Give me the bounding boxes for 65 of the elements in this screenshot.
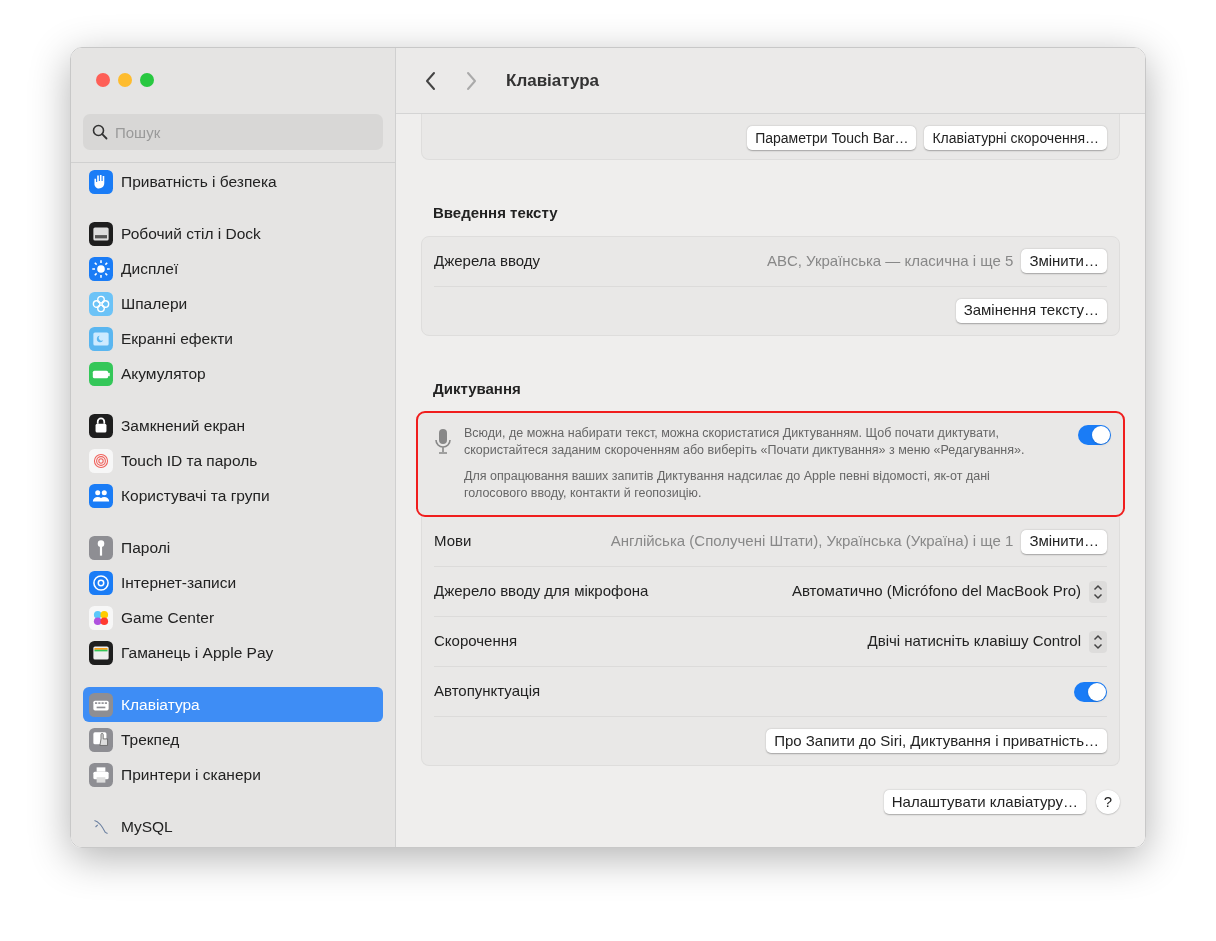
window-title: Клавіатура [506, 69, 600, 92]
key-icon [89, 535, 113, 560]
sidebar-item[interactable]: Touch ID та пароль [83, 443, 383, 478]
row-label: Джерело вводу для мікрофона [434, 581, 649, 602]
push-button[interactable]: Налаштувати клавіатуру… [883, 790, 1086, 814]
row-label: Мови [434, 531, 472, 552]
sidebar-item[interactable]: Замкнений екран [83, 408, 383, 443]
row-label: Джерела вводу [434, 250, 541, 271]
sidebar-item[interactable]: Game Center [83, 600, 383, 635]
stepper-icon [1089, 580, 1107, 603]
description-text: Всюди, де можна набирати текст, можна скористатися Диктуванням. Щоб почати диктувати, скористайтеся заданим скороченням або виберіть «Почати диктування» з меню «Редагування». [464, 425, 1026, 459]
sidebar-item[interactable]: Робочий стіл і Dock [83, 216, 383, 251]
push-button[interactable]: Клавіатурні скорочення… [924, 126, 1107, 150]
sidebar-item[interactable]: Інтернет-записи [83, 565, 383, 600]
search-field[interactable]: Пошук [83, 114, 383, 150]
trackpad-icon [89, 727, 113, 752]
close-button[interactable] [96, 73, 110, 87]
push-button[interactable]: Замінення тексту… [955, 298, 1107, 323]
minimize-button[interactable] [118, 73, 132, 87]
bubbles-icon [89, 605, 113, 630]
section-heading: Диктування [432, 378, 522, 399]
hand-icon [89, 169, 113, 194]
dock-icon [89, 221, 113, 246]
battery-icon [89, 361, 113, 386]
zoom-button[interactable] [140, 73, 154, 87]
people-icon [89, 483, 113, 508]
row-value: Англійська (Сполучені Штати), Українська (Україна) і ще 1 [610, 531, 1014, 552]
popup-button[interactable]: Двічі натисніть клавішу Control [867, 630, 1107, 653]
popup-button[interactable]: Автоматично (Micrófono del MacBook Pro) [791, 580, 1107, 603]
privacy-note: Для опрацювання ваших запитів Диктування надсилає до Apple певні відомості, як-от дані голосового вводу, контакти й геопозицію. [464, 468, 991, 502]
toggle-switch[interactable] [1078, 425, 1111, 445]
back-icon[interactable] [424, 70, 438, 91]
push-button[interactable]: Змінити… [1021, 249, 1107, 273]
printer-icon [89, 762, 113, 787]
row-value: ABC, Українська — класична і ще 5 [766, 250, 1014, 271]
sidebar-item[interactable]: Шпалери [83, 286, 383, 321]
push-button[interactable]: Параметри Touch Bar… [747, 126, 917, 150]
sidebar-item[interactable]: Користувачі та групи [83, 478, 383, 513]
search-icon [92, 124, 108, 140]
sidebar-item[interactable]: Паролі [83, 530, 383, 565]
push-button[interactable]: Змінити… [1021, 529, 1107, 554]
toggle-switch[interactable] [1074, 681, 1107, 702]
wallet-icon [89, 640, 113, 665]
sidebar-item[interactable]: Екранні ефекти [83, 321, 383, 356]
microphone-icon [434, 428, 452, 456]
keyboard-icon [89, 692, 113, 717]
flower-icon [89, 291, 113, 316]
sidebar-item[interactable]: Гаманець і Apple Pay [83, 635, 383, 670]
sidebar-item[interactable]: Акумулятор [83, 356, 383, 391]
section-heading: Введення тексту [432, 203, 559, 223]
row-label: Автопунктуація [434, 681, 541, 702]
stepper-icon [1089, 630, 1107, 653]
fingerprint-icon [89, 448, 113, 473]
sidebar-item[interactable]: Принтери і сканери [83, 757, 383, 792]
lock-icon [89, 413, 113, 438]
forward-icon[interactable] [464, 70, 478, 91]
sidebar-item[interactable]: Приватність і безпека [83, 164, 383, 199]
push-button[interactable]: Про Запити до Siri, Диктування і приватність… [766, 729, 1107, 753]
row-label: Скорочення [434, 631, 518, 652]
help-button[interactable]: ? [1096, 790, 1120, 814]
sidebar-item[interactable]: Трекпед [83, 722, 383, 757]
sidebar-item[interactable]: Дисплеї [83, 251, 383, 286]
sun-icon [89, 256, 113, 281]
sidebar-item[interactable]: MySQL [83, 809, 383, 844]
screensaver-icon [89, 326, 113, 351]
